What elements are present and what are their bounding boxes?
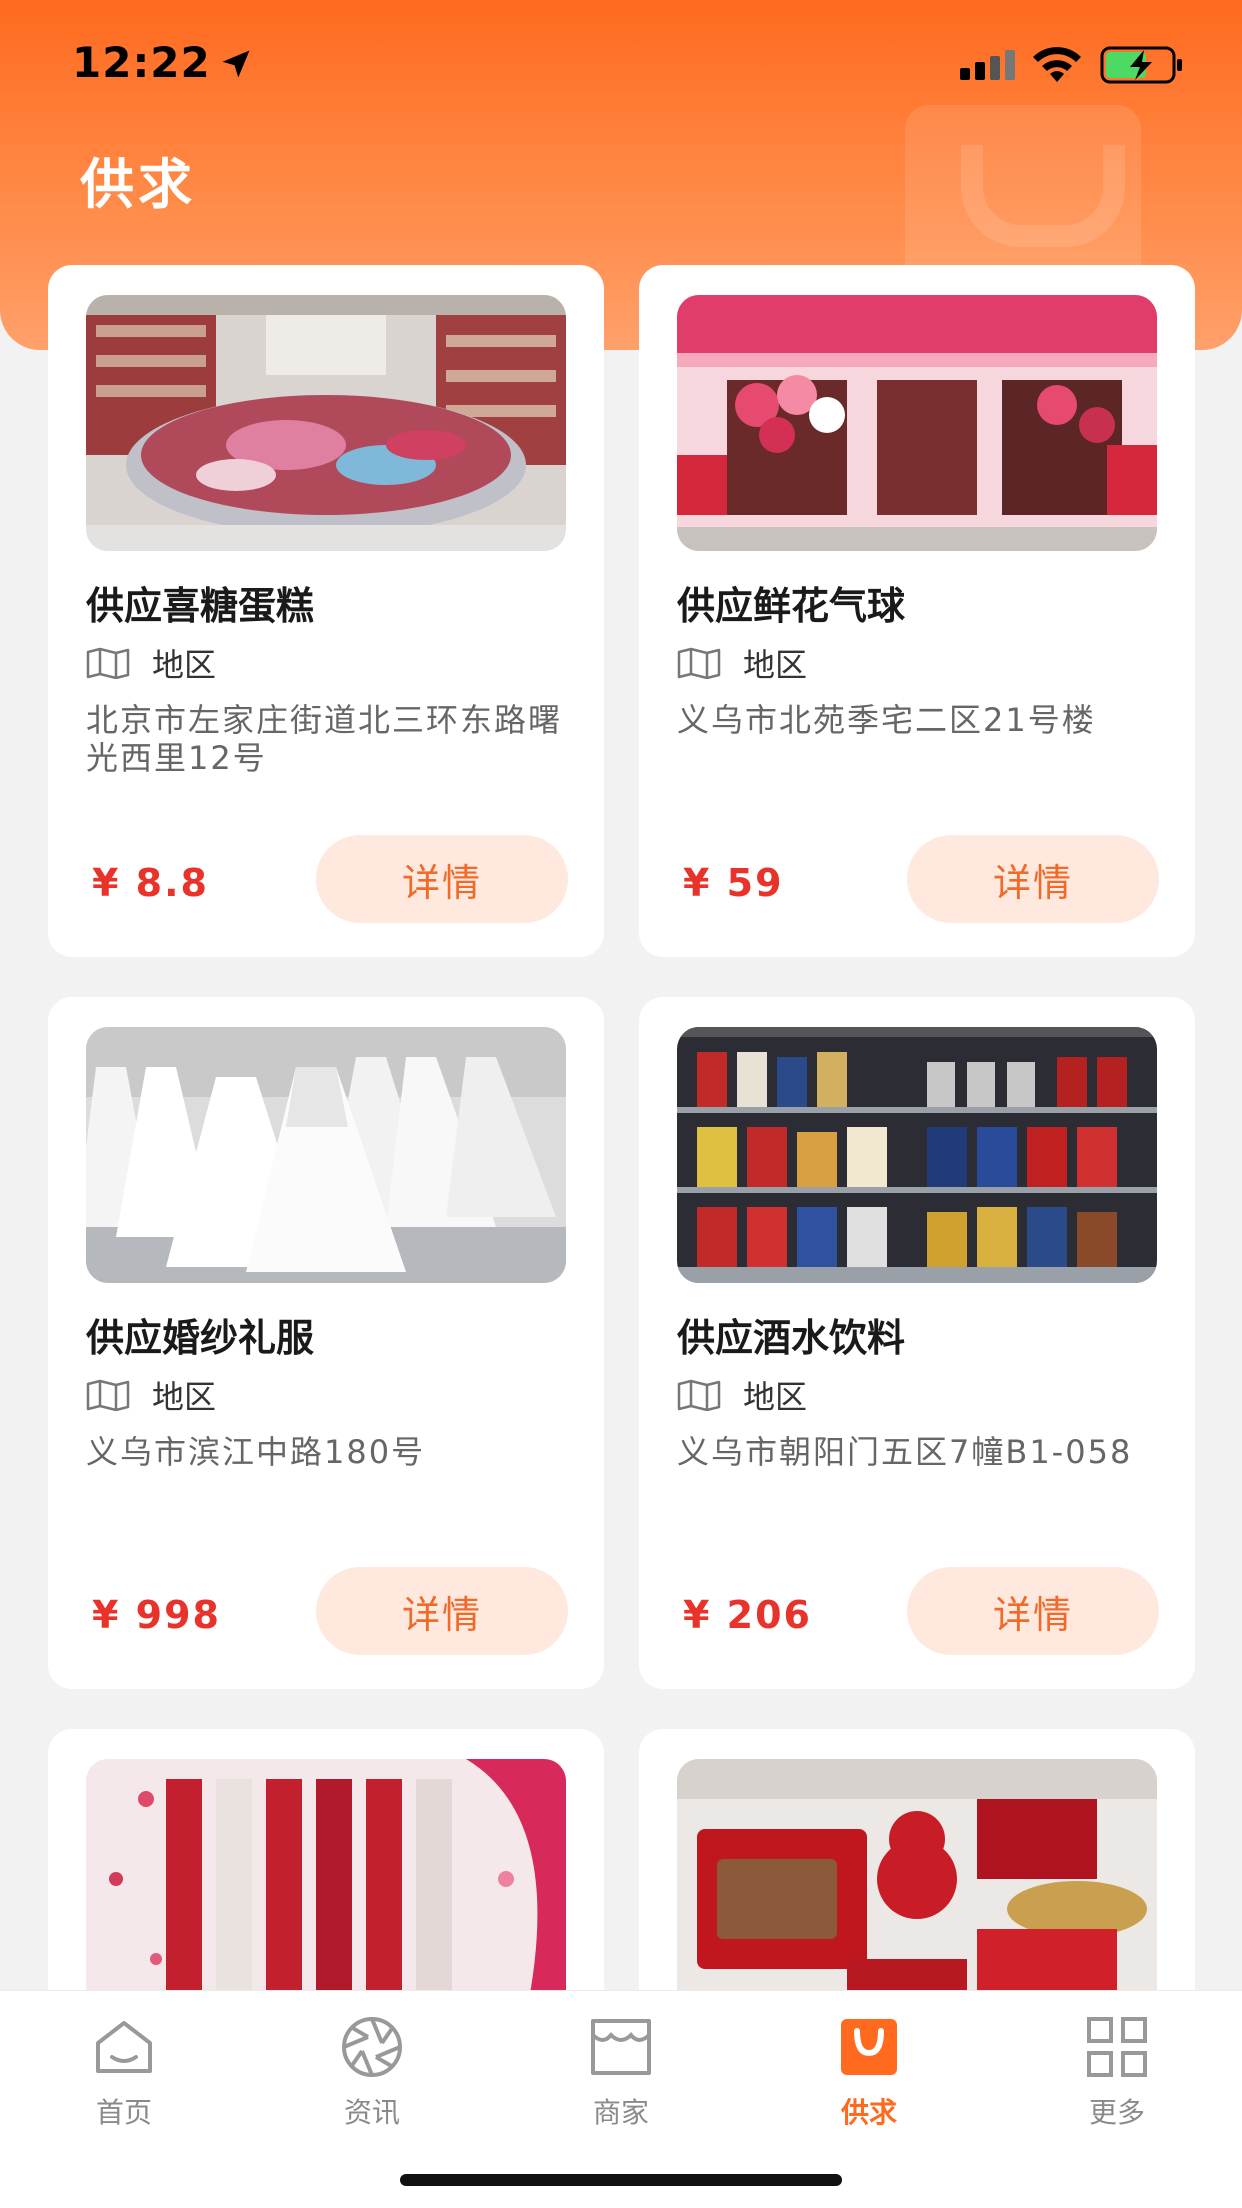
location-arrow-icon xyxy=(222,50,250,78)
card-title: 供应婚纱礼服 xyxy=(86,1316,315,1360)
product-image-flower-shop xyxy=(677,295,1157,551)
wifi-icon xyxy=(1033,47,1081,82)
tab-label: 更多 xyxy=(1088,2096,1145,2129)
product-image-wedding-candles xyxy=(86,1759,566,2015)
product-card[interactable]: 供应婚纱礼服 地区 义乌市滨江中路180号 ¥ 998 详情 xyxy=(48,997,604,1689)
grid-icon xyxy=(1087,2017,1147,2077)
tab-merchants[interactable]: 商家 xyxy=(541,2013,701,2143)
page-title: 供求 xyxy=(80,153,196,216)
tab-news[interactable]: 资讯 xyxy=(292,2013,452,2143)
region-row: 地区 xyxy=(86,1375,217,1416)
tab-home[interactable]: 首页 xyxy=(44,2013,204,2143)
card-price: ¥ 8.8 xyxy=(92,861,209,905)
region-row: 地区 xyxy=(677,1375,808,1416)
tab-supply-demand[interactable]: 供求 xyxy=(789,2013,949,2143)
product-image-wedding-gifts xyxy=(677,1759,1157,2015)
product-card[interactable]: 供应鲜花气球 地区 义乌市北苑季宅二区21号楼 ¥ 59 详情 xyxy=(639,265,1195,957)
card-price: ¥ 59 xyxy=(683,861,784,905)
map-icon xyxy=(86,647,130,679)
home-indicator xyxy=(400,2174,842,2186)
region-label: 地区 xyxy=(743,646,808,684)
product-card[interactable]: 供应酒水饮料 地区 义乌市朝阳门五区7幢B1-058 ¥ 206 详情 xyxy=(639,997,1195,1689)
region-label: 地区 xyxy=(152,646,217,684)
card-address: 北京市左家庄街道北三环东路曙光西里12号 xyxy=(86,701,563,777)
bag-icon xyxy=(841,2019,897,2075)
region-row: 地区 xyxy=(86,643,217,684)
map-icon xyxy=(677,647,721,679)
detail-button[interactable]: 详情 xyxy=(907,835,1159,923)
card-title: 供应酒水饮料 xyxy=(677,1316,906,1360)
tab-label: 资讯 xyxy=(343,2096,400,2129)
card-price: ¥ 998 xyxy=(92,1593,221,1637)
tab-label: 商家 xyxy=(592,2096,649,2129)
product-image-wedding-dress xyxy=(86,1027,566,1283)
card-price: ¥ 206 xyxy=(683,1593,812,1637)
card-title: 供应喜糖蛋糕 xyxy=(86,584,315,628)
card-address: 义乌市滨江中路180号 xyxy=(86,1433,426,1471)
status-time: 12:22 xyxy=(72,38,211,87)
product-image-liquor-shelf xyxy=(677,1027,1157,1283)
home-icon xyxy=(96,2021,152,2073)
region-label: 地区 xyxy=(743,1378,808,1416)
product-image-candy-shop xyxy=(86,295,566,551)
card-address: 义乌市朝阳门五区7幢B1-058 xyxy=(677,1433,1133,1471)
map-icon xyxy=(86,1379,130,1411)
card-address: 义乌市北苑季宅二区21号楼 xyxy=(677,701,1096,739)
tab-label: 供求 xyxy=(840,2096,897,2129)
detail-button[interactable]: 详情 xyxy=(316,835,568,923)
region-row: 地区 xyxy=(677,643,808,684)
store-icon xyxy=(591,2019,651,2075)
signal-icon xyxy=(960,50,1015,80)
card-title: 供应鲜花气球 xyxy=(677,584,906,628)
battery-charging-icon xyxy=(1100,46,1182,84)
tab-more[interactable]: 更多 xyxy=(1037,2013,1197,2143)
product-card[interactable]: 供应喜糖蛋糕 地区 北京市左家庄街道北三环东路曙光西里12号 ¥ 8.8 详情 xyxy=(48,265,604,957)
detail-button[interactable]: 详情 xyxy=(907,1567,1159,1655)
tab-label: 首页 xyxy=(95,2096,152,2129)
region-label: 地区 xyxy=(152,1378,217,1416)
map-icon xyxy=(677,1379,721,1411)
detail-button[interactable]: 详情 xyxy=(316,1567,568,1655)
aperture-icon xyxy=(342,2017,402,2077)
status-bar: 12:22 xyxy=(0,0,1242,130)
